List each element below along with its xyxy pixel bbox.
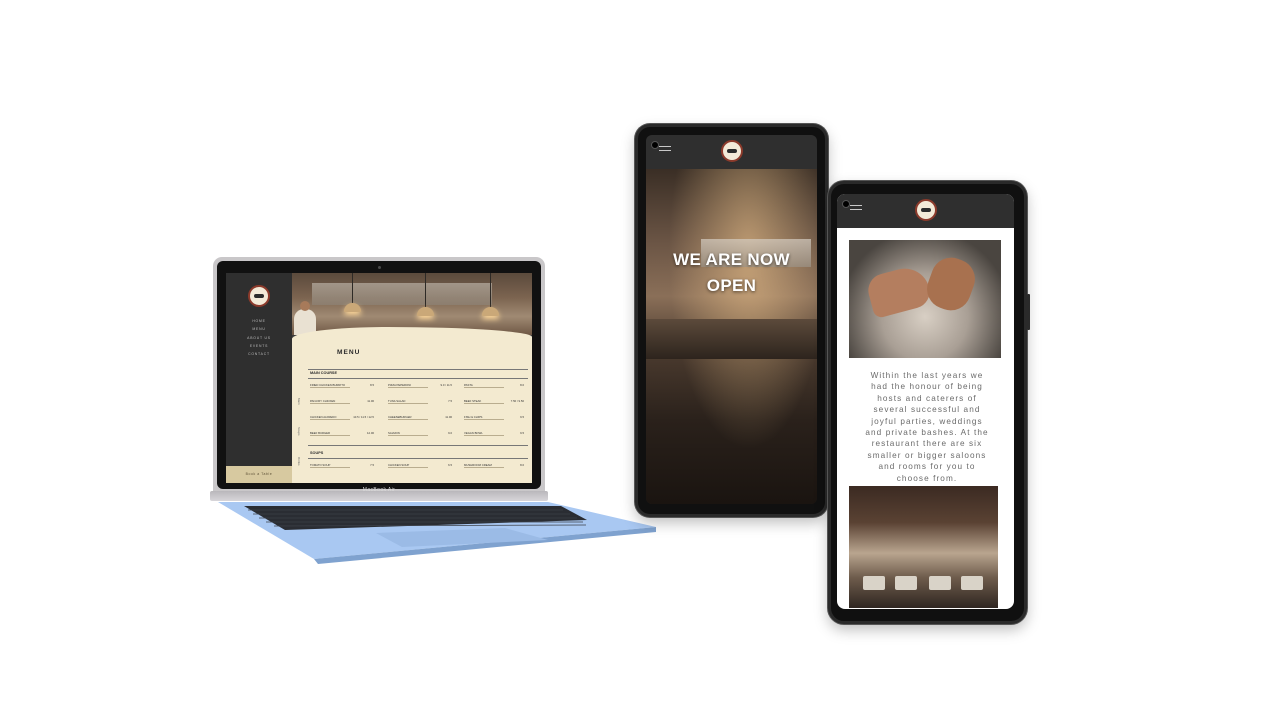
- section-divider: [308, 378, 528, 379]
- laptop-bezel: Home Menu About Us Events Contact Book a…: [217, 261, 541, 489]
- laptop-brand-label: MacBook Air: [362, 487, 396, 493]
- banquet-hall-photo: [849, 486, 998, 608]
- hand-shape: [921, 252, 981, 316]
- section-divider: [308, 445, 528, 446]
- menu-item: VEGAN BOWL 9.5: [464, 431, 524, 436]
- menu-item: PAN-FRY CHICKEN 11.00: [310, 399, 374, 404]
- menu-title: MENU: [337, 349, 361, 356]
- mockup-stage: Home Menu About Us Events Contact Book a…: [0, 0, 1280, 720]
- dining-table: [863, 576, 885, 590]
- dining-table: [961, 576, 983, 590]
- kitchen-counter: [646, 319, 817, 359]
- phone-hero: WE ARE NOW OPEN: [635, 124, 831, 517]
- phone-about-screen: Within the last years we had the honour …: [837, 194, 1014, 609]
- section-main-course: MAIN COURSE: [310, 371, 338, 375]
- kitchen-hood: [312, 283, 492, 305]
- restaurant-logo-icon[interactable]: [248, 285, 270, 307]
- front-camera-icon: [651, 141, 659, 149]
- menu-item: CHICKEN ALFREDO 10.5 / 11.5 / 12.5: [310, 415, 374, 420]
- laptop: Home Menu About Us Events Contact Book a…: [213, 257, 545, 493]
- restaurant-logo-icon[interactable]: [720, 140, 743, 162]
- menu-item: CHEESEBURGER 11.00: [388, 415, 452, 420]
- menu-item: PIZZA PEPERONI 9.0 / 11.5: [388, 383, 452, 388]
- section-divider: [308, 369, 528, 370]
- menu-item: FISH & CHIPS 9.5: [464, 415, 524, 420]
- menu-item: BEEF BURGER 12.00: [310, 431, 374, 436]
- hero-headline-line-1: WE ARE NOW: [673, 250, 790, 269]
- dining-table: [929, 576, 951, 590]
- section-divider: [308, 458, 528, 459]
- section-soups: SOUPS: [310, 451, 324, 455]
- site-sidebar: Home Menu About Us Events Contact Book a…: [226, 273, 292, 483]
- phone-side-button: [1027, 294, 1030, 330]
- hero-headline-line-2: OPEN: [706, 276, 757, 295]
- pendant-lamp-icon: [482, 273, 499, 316]
- tab-soups[interactable]: Soups: [292, 419, 301, 443]
- menu-item: SALMON 9.0: [388, 431, 452, 436]
- menu-item: TOMATO SOUP 7.5: [310, 463, 374, 468]
- pendant-lamp-icon: [344, 273, 361, 312]
- dining-table: [895, 576, 917, 590]
- phone-about: Within the last years we had the honour …: [828, 181, 1030, 624]
- menu-panel: MENU MAIN COURSE Main Soups Drinks FRIED…: [292, 327, 532, 483]
- restaurant-logo-icon[interactable]: [914, 199, 937, 221]
- nav-item-about[interactable]: About Us: [226, 334, 292, 342]
- menu-item: BEEF STEAK 7.50 / 9.50: [464, 399, 524, 404]
- nav-item-home[interactable]: Home: [226, 317, 292, 325]
- laptop-screen: Home Menu About Us Events Contact Book a…: [226, 273, 532, 483]
- tab-drinks[interactable]: Drinks: [292, 449, 301, 473]
- dough-kneading-photo: [849, 240, 1001, 358]
- hand-shape: [864, 262, 934, 320]
- menu-item: MUSHROOM CREAM 8.0: [464, 463, 524, 468]
- book-table-button[interactable]: Book a Table: [226, 466, 292, 483]
- about-paragraph: Within the last years we had the honour …: [865, 371, 989, 483]
- nav-item-events[interactable]: Events: [226, 342, 292, 350]
- kitchen-hero-image: [292, 273, 532, 335]
- menu-item: TUNA SALAD 7.5: [388, 399, 452, 404]
- sidebar-nav: Home Menu About Us Events Contact: [226, 317, 292, 358]
- mobile-header: [646, 135, 817, 169]
- laptop-camera-icon: [378, 266, 381, 269]
- hamburger-menu-icon[interactable]: [659, 146, 671, 154]
- menu-item: FRIED CHICKEN BURRITO 8.5: [310, 383, 374, 388]
- nav-item-menu[interactable]: Menu: [226, 325, 292, 333]
- mobile-header: [837, 194, 1014, 228]
- pendant-lamp-icon: [417, 273, 434, 316]
- nav-item-contact[interactable]: Contact: [226, 350, 292, 358]
- tab-main[interactable]: Main: [292, 389, 301, 413]
- hamburger-menu-icon[interactable]: [850, 205, 862, 213]
- phone-hero-screen: WE ARE NOW OPEN: [646, 135, 817, 504]
- menu-item: CHICKEN SOUP 6.5: [388, 463, 452, 468]
- kitchen-hero-image: [646, 169, 817, 504]
- hero-headline: WE ARE NOW OPEN: [646, 247, 817, 299]
- menu-item: PASTA 8.0: [464, 383, 524, 388]
- front-camera-icon: [842, 200, 850, 208]
